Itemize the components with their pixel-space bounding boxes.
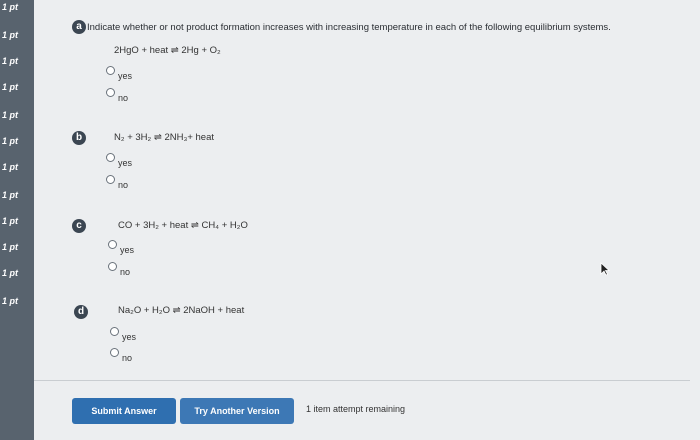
part-c-badge: c [72,219,86,233]
option-label: yes [118,71,133,81]
option-label: yes [118,158,133,168]
point-value: 1 pt [2,162,19,172]
point-value: 1 pt [2,110,19,120]
question-content: a Indicate whether or not product format… [34,0,700,440]
radio-button[interactable] [106,153,115,162]
mouse-pointer-icon [600,262,611,281]
point-value: 1 pt [2,2,19,12]
option-label: no [120,267,131,277]
part-b-equation: N₂ + 3H₂ ⇌ 2NH₃+ heat [114,132,214,143]
option-label: no [118,93,129,103]
points-sidebar: 1 pt 1 pt 1 pt 1 pt 1 pt 1 pt 1 pt 1 pt … [0,0,34,440]
part-a-equation: 2HgO + heat ⇌ 2Hg + O₂ [114,45,221,56]
radio-button[interactable] [110,348,119,357]
try-another-version-button[interactable]: Try Another Version [180,398,294,424]
radio-button[interactable] [106,175,115,184]
radio-button[interactable] [108,262,117,271]
radio-button[interactable] [110,327,119,336]
part-d-option-yes[interactable]: yes [110,327,136,342]
radio-button[interactable] [108,240,117,249]
part-d-option-no[interactable]: no [110,348,132,363]
part-b-option-no[interactable]: no [106,175,128,190]
option-label: yes [120,245,135,255]
point-value: 1 pt [2,216,19,226]
part-c-option-no[interactable]: no [108,262,130,277]
option-label: yes [122,332,137,342]
part-a-badge: a [72,20,86,34]
part-b-badge: b [72,131,86,145]
point-value: 1 pt [2,268,19,278]
part-d-badge: d [74,305,88,319]
part-c-equation: CO + 3H₂ + heat ⇌ CH₄ + H₂O [118,220,248,231]
part-d-equation: Na₂O + H₂O ⇌ 2NaOH + heat [118,305,245,316]
point-value: 1 pt [2,56,19,66]
point-value: 1 pt [2,30,19,40]
point-value: 1 pt [2,242,19,252]
radio-button[interactable] [106,88,115,97]
option-label: no [118,180,129,190]
point-value: 1 pt [2,190,19,200]
point-value: 1 pt [2,296,19,306]
attempts-remaining-text: 1 item attempt remaining [306,404,406,414]
submit-answer-button[interactable]: Submit Answer [72,398,176,424]
radio-button[interactable] [106,66,115,75]
point-value: 1 pt [2,136,19,146]
option-label: no [122,353,133,363]
part-a-option-yes[interactable]: yes [106,66,132,81]
question-prompt: Indicate whether or not product formatio… [87,22,611,33]
part-b-option-yes[interactable]: yes [106,153,132,168]
part-a-option-no[interactable]: no [106,88,128,103]
divider [34,380,690,381]
part-c-option-yes[interactable]: yes [108,240,134,255]
point-value: 1 pt [2,82,19,92]
